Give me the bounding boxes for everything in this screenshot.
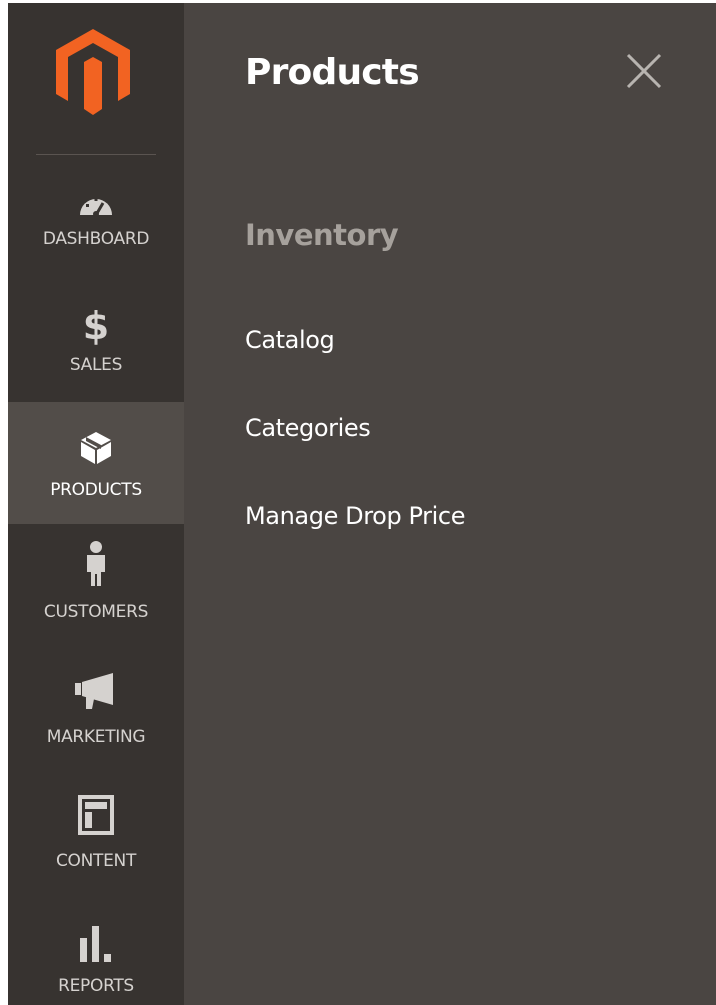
menu-link-catalog[interactable]: Catalog <box>245 320 335 360</box>
sidebar-item-customers[interactable]: CUSTOMERS <box>8 524 184 646</box>
sidebar-item-label: CONTENT <box>55 851 137 871</box>
speedometer-icon <box>8 181 184 225</box>
layout-icon <box>8 793 184 837</box>
dollar-icon: $ <box>8 303 184 347</box>
menu-link-categories[interactable]: Categories <box>245 408 371 448</box>
person-icon <box>8 541 184 586</box>
admin-frame: DASHBOARD $ SALES PRODUCTS CUSTOMERS MAR… <box>8 3 716 1005</box>
sidebar-item-label: CUSTOMERS <box>43 602 149 622</box>
box-icon <box>8 426 184 470</box>
panel-title: Products <box>245 52 420 93</box>
svg-text:$: $ <box>83 305 109 345</box>
sidebar-item-label: MARKETING <box>46 727 146 747</box>
sidebar-item-reports[interactable]: REPORTS <box>8 898 184 1005</box>
sidebar-item-sales[interactable]: $ SALES <box>8 285 184 407</box>
sidebar-item-marketing[interactable]: MARKETING <box>8 649 184 771</box>
sidebar-item-label: PRODUCTS <box>50 480 142 500</box>
sidebar-item-label: DASHBOARD <box>42 229 150 249</box>
section-title-inventory: Inventory <box>245 218 399 252</box>
menu-link-manage-drop-price[interactable]: Manage Drop Price <box>245 496 465 536</box>
close-button[interactable] <box>620 47 668 95</box>
close-icon <box>626 53 662 89</box>
sidebar-item-label: REPORTS <box>58 976 134 996</box>
megaphone-icon <box>8 669 184 713</box>
sidebar-item-dashboard[interactable]: DASHBOARD <box>8 163 184 285</box>
bar-chart-icon <box>8 922 184 966</box>
magento-logo-icon[interactable] <box>52 27 134 117</box>
sidebar-item-products[interactable]: PRODUCTS <box>8 402 184 524</box>
admin-sidebar: DASHBOARD $ SALES PRODUCTS CUSTOMERS MAR… <box>8 3 184 1005</box>
sidebar-item-content[interactable]: CONTENT <box>8 773 184 895</box>
sidebar-item-label: SALES <box>69 355 123 375</box>
logo-divider <box>36 154 156 155</box>
